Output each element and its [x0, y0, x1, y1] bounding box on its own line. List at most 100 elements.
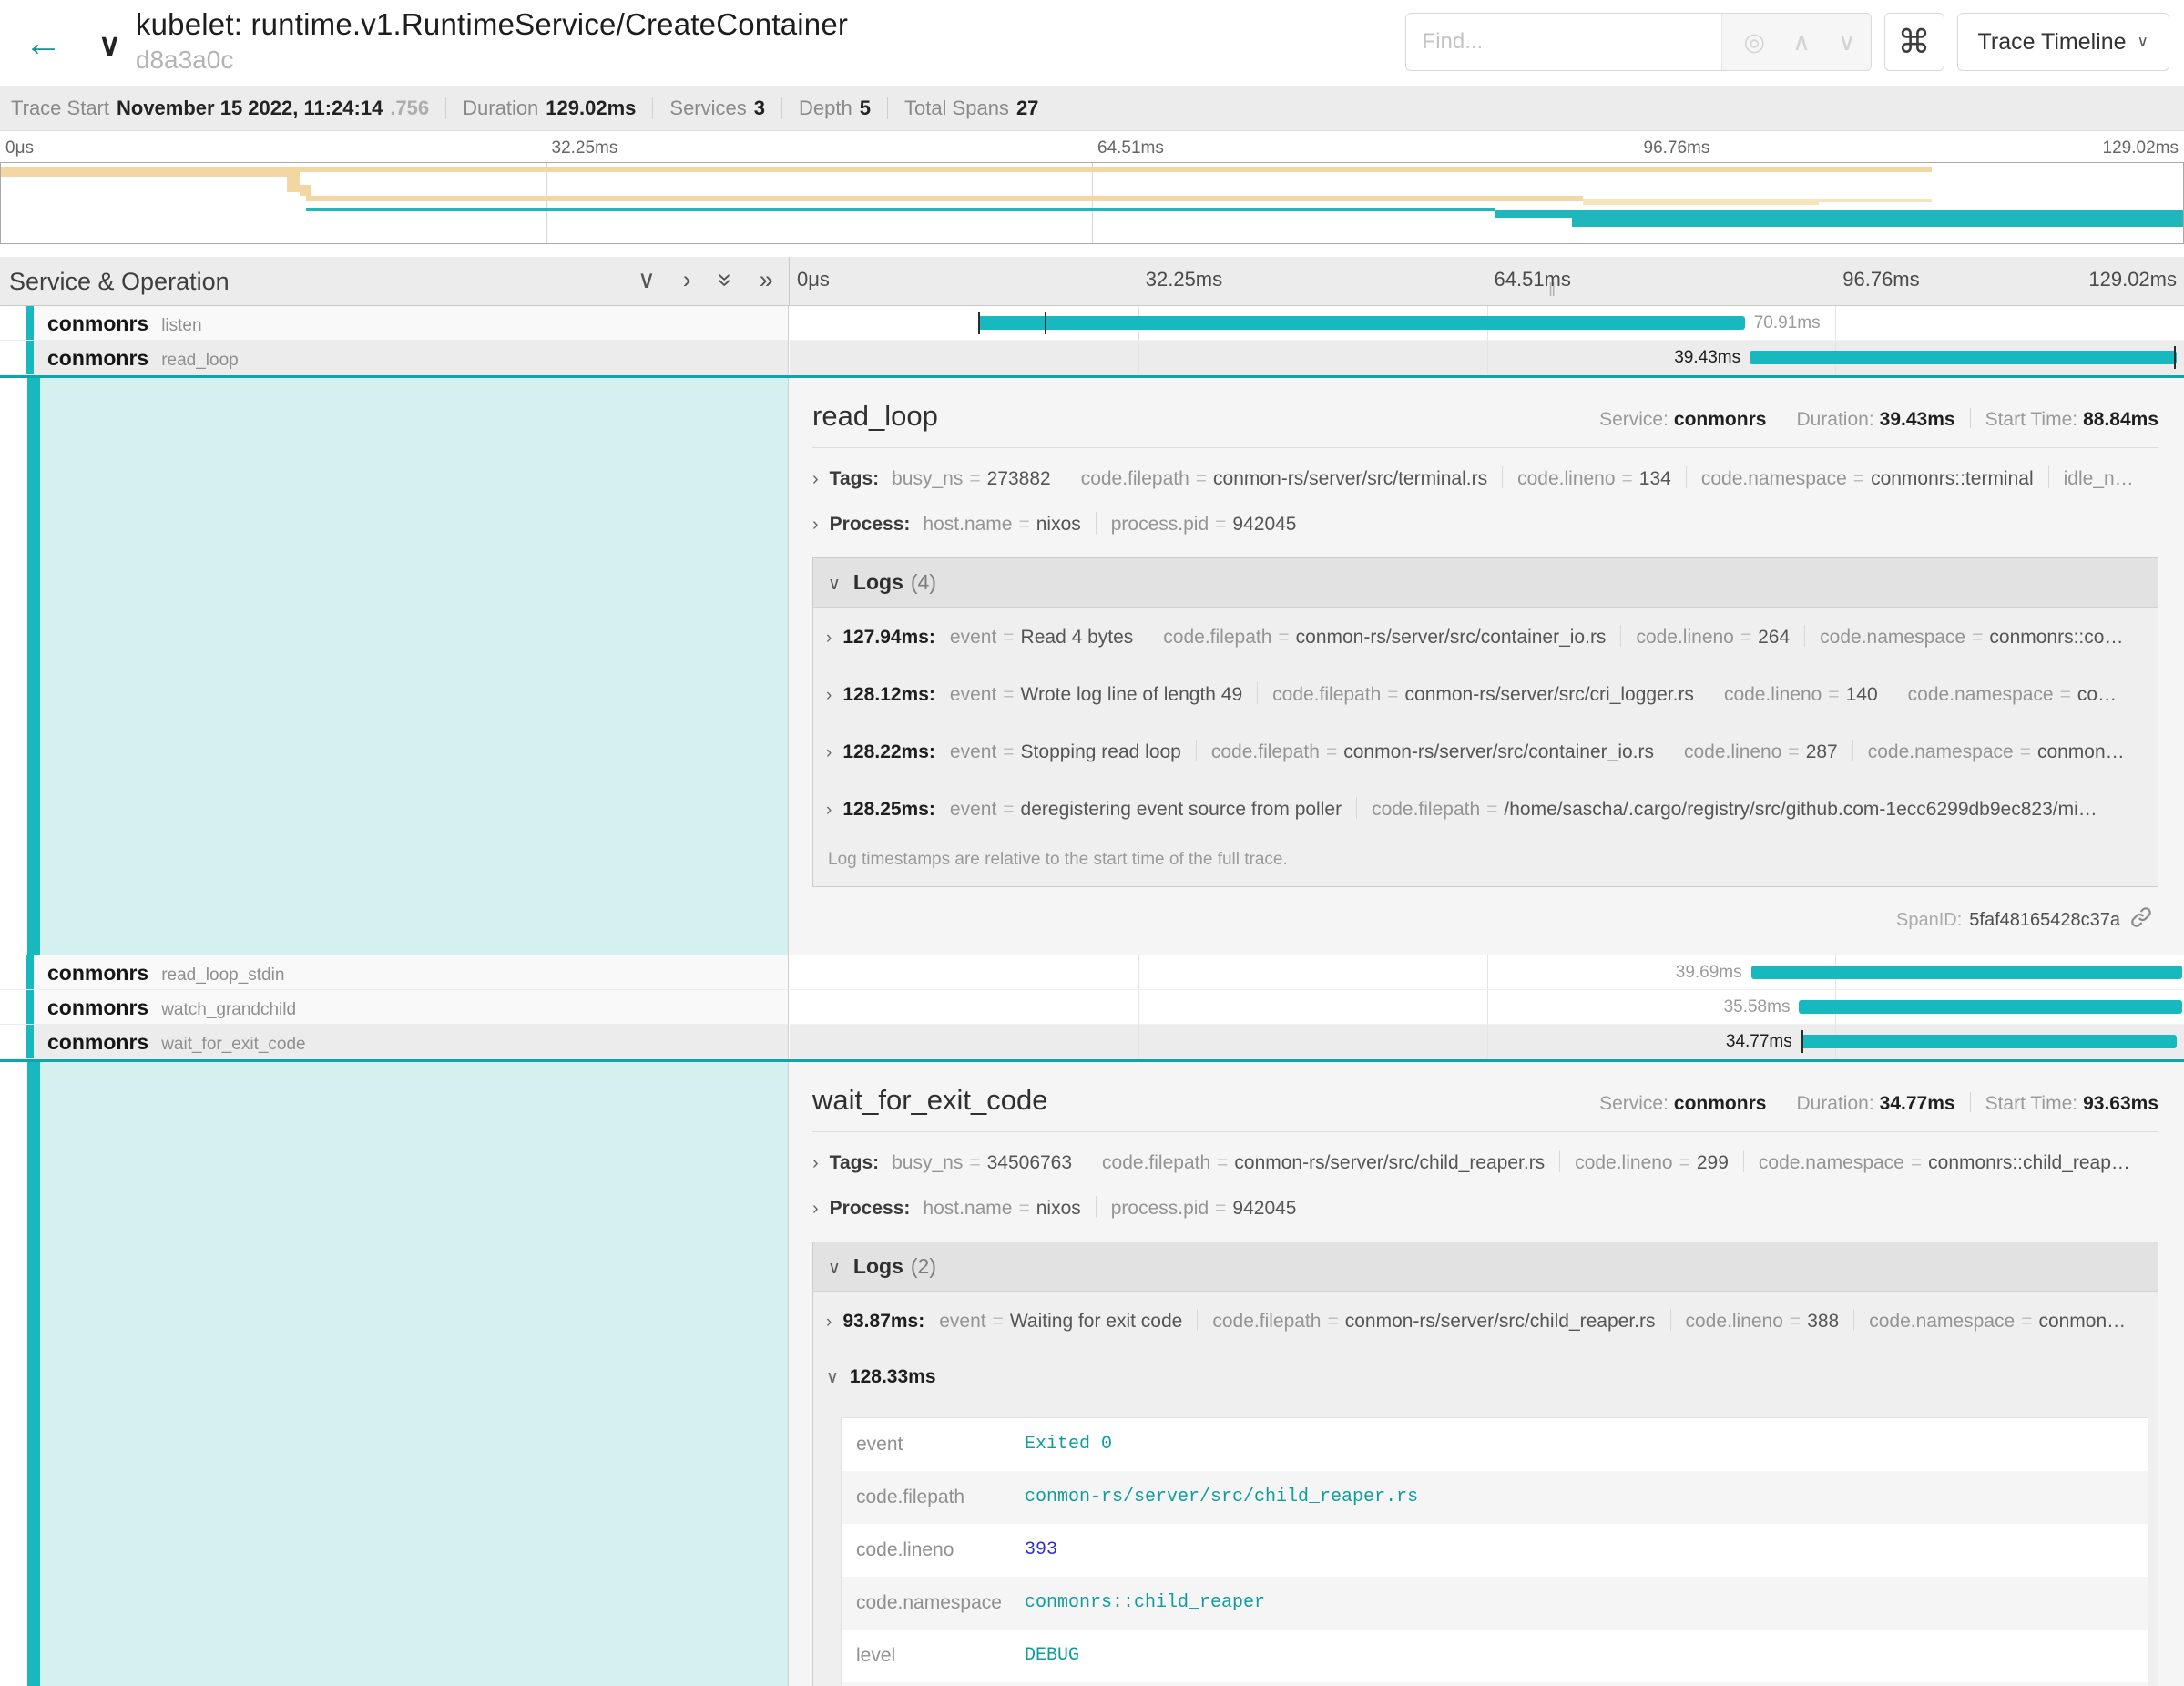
expand-one-icon[interactable]: › [683, 266, 691, 294]
operation-name: read_loop [161, 351, 239, 370]
stat-label: Trace Start [11, 97, 109, 120]
field-key: code.namespace [856, 1592, 1025, 1614]
span-name-cell[interactable]: conmonrswait_for_exit_code [0, 1025, 789, 1059]
expander-right-icon[interactable]: › [812, 1153, 819, 1173]
span-name-cell[interactable]: conmonrsread_loop [0, 341, 789, 375]
tag-key: code.namespace [1868, 741, 2014, 762]
next-match-icon[interactable]: ∨ [1838, 28, 1856, 56]
span-row-listen: conmonrslisten70.91ms [0, 306, 2184, 341]
service-color-stripe [27, 378, 40, 955]
tag-item: event=Waiting for exit code [939, 1311, 1182, 1332]
logs-section: ∨Logs(2)›93.87ms:event=Waiting for exit … [812, 1242, 2158, 1686]
span-duration-bar[interactable] [1799, 1000, 2182, 1014]
collapse-title-icon[interactable]: ∨ [98, 27, 121, 86]
meta-value: 93.63ms [2083, 1093, 2158, 1114]
tag-item: code.lineno=287 [1684, 741, 1838, 762]
meta-value: 88.84ms [2083, 409, 2158, 430]
meta-item: Duration:34.77ms [1766, 1092, 1954, 1115]
collapse-all-icon[interactable]: » [711, 273, 740, 287]
span-duration-bar[interactable] [1751, 966, 2182, 979]
span-detail-titlebar: wait_for_exit_codeService:conmonrsDurati… [812, 1084, 2158, 1117]
log-entry[interactable]: ›127.94ms:event=Read 4 bytescode.filepat… [813, 608, 2158, 665]
timeline-gridline [1487, 1025, 1488, 1058]
timeline-gridline [1138, 341, 1139, 374]
table-row: eventExited 0 [842, 1418, 2148, 1471]
minimap-span-bar [1583, 199, 1819, 205]
timeline-minimap: 0μs32.25ms64.51ms96.76ms129.02ms [0, 131, 2184, 244]
tag-value: 388 [1807, 1311, 1839, 1332]
tags-row-label: Tags: [830, 1152, 879, 1173]
minimap-gridline [546, 163, 547, 243]
expander-right-icon: › [826, 628, 832, 648]
tag-item: code.namespace=conmon… [1869, 1311, 2126, 1332]
expander-right-icon[interactable]: › [812, 515, 819, 535]
tag-key: code.lineno [1724, 684, 1822, 705]
back-button[interactable]: ← [0, 0, 87, 86]
collapse-one-icon[interactable]: ∨ [638, 266, 656, 294]
tag-item: code.namespace=conmonrs::child_reap… [1759, 1152, 2130, 1173]
prev-match-icon[interactable]: ∧ [1792, 28, 1811, 56]
row-gutter [0, 955, 26, 989]
span-name-cell[interactable]: conmonrswatch_grandchild [0, 990, 789, 1025]
tag-key: code.lineno [1636, 627, 1733, 648]
tag-key: code.namespace [1908, 684, 2054, 705]
equals-sign: = [963, 1152, 986, 1173]
tags-row: ›Tags:busy_ns=273882code.filepath=conmon… [812, 466, 2158, 490]
span-duration-bar[interactable] [1801, 1035, 2178, 1048]
span-duration-bar[interactable] [1750, 351, 2176, 364]
equals-sign: = [1381, 684, 1404, 705]
timeline-tick-label: 64.51ms [1097, 138, 1164, 158]
equals-sign: = [1965, 627, 1989, 648]
logs-count: (2) [911, 1254, 936, 1278]
chevron-down-icon: ∨ [828, 1259, 841, 1278]
logs-title: Logs [853, 570, 903, 594]
span-name-cell[interactable]: conmonrsread_loop_stdin [0, 955, 789, 990]
log-entry[interactable]: ›128.22ms:event=Stopping read loopcode.f… [813, 722, 2158, 780]
operation-name: watch_grandchild [161, 1000, 296, 1019]
keyboard-shortcuts-button[interactable]: ⌘ [1884, 13, 1944, 71]
equals-sign: = [1321, 1311, 1344, 1332]
meta-item: Start Time:93.63ms [1955, 1092, 2158, 1115]
expand-all-icon[interactable]: » [760, 266, 773, 294]
span-name-cell[interactable]: conmonrslisten [0, 306, 789, 341]
log-entry[interactable]: ›128.12ms:event=Wrote log line of length… [813, 665, 2158, 722]
tag-key: code.filepath [1372, 799, 1480, 820]
expander-right-icon: › [826, 686, 832, 705]
locate-icon[interactable]: ◎ [1744, 28, 1766, 56]
tag-value: 273882 [987, 468, 1051, 489]
divider [812, 1131, 2158, 1132]
logs-count: (4) [911, 570, 936, 594]
expander-right-icon[interactable]: › [812, 1199, 819, 1219]
tag-value: conmonrs::child_reap… [1928, 1152, 2130, 1173]
logs-header[interactable]: ∨Logs(2) [813, 1242, 2158, 1292]
tag-value: conmon-rs/server/src/cri_logger.rs [1405, 684, 1694, 705]
service-color-stripe [26, 341, 34, 374]
link-icon[interactable] [2129, 905, 2153, 935]
process-row-label: Process: [830, 514, 911, 535]
tag-item: event=Wrote log line of length 49 [950, 684, 1242, 705]
log-entry[interactable]: ›128.25ms:event=deregistering event sour… [813, 780, 2158, 837]
equals-sign: = [1209, 1198, 1232, 1219]
span-event-tick [1045, 312, 1046, 334]
trace-view-selector[interactable]: Trace Timeline ∨ [1957, 13, 2169, 71]
equals-sign: = [2014, 741, 2037, 762]
expander-right-icon: › [826, 743, 832, 762]
find-box: ◎∧∨× [1405, 13, 1872, 71]
log-entry[interactable]: ›93.87ms:event=Waiting for exit codecode… [813, 1292, 2158, 1349]
equals-sign: = [1781, 741, 1805, 762]
minimap-canvas[interactable] [0, 162, 2184, 244]
logs-header[interactable]: ∨Logs(4) [813, 558, 2158, 608]
service-color-stripe [27, 1062, 40, 1686]
tag-item: host.name=nixos [923, 514, 1080, 535]
span-duration-bar[interactable] [978, 316, 1745, 330]
equals-sign: = [1012, 514, 1036, 535]
tag-key: code.filepath [1102, 1152, 1210, 1173]
minimap-span-bar [287, 172, 300, 192]
log-timestamp: 128.25ms: [842, 799, 935, 820]
back-arrow-icon: ← [25, 21, 63, 65]
expander-right-icon[interactable]: › [812, 469, 819, 489]
find-input[interactable] [1406, 14, 1721, 70]
log-entry-expanded[interactable]: ∨128.33ms [813, 1349, 2158, 1405]
trace-stat-trace-start: Trace StartNovember 15 2022, 11:24:14.75… [11, 97, 429, 120]
tag-item: busy_ns=34506763 [892, 1152, 1072, 1173]
